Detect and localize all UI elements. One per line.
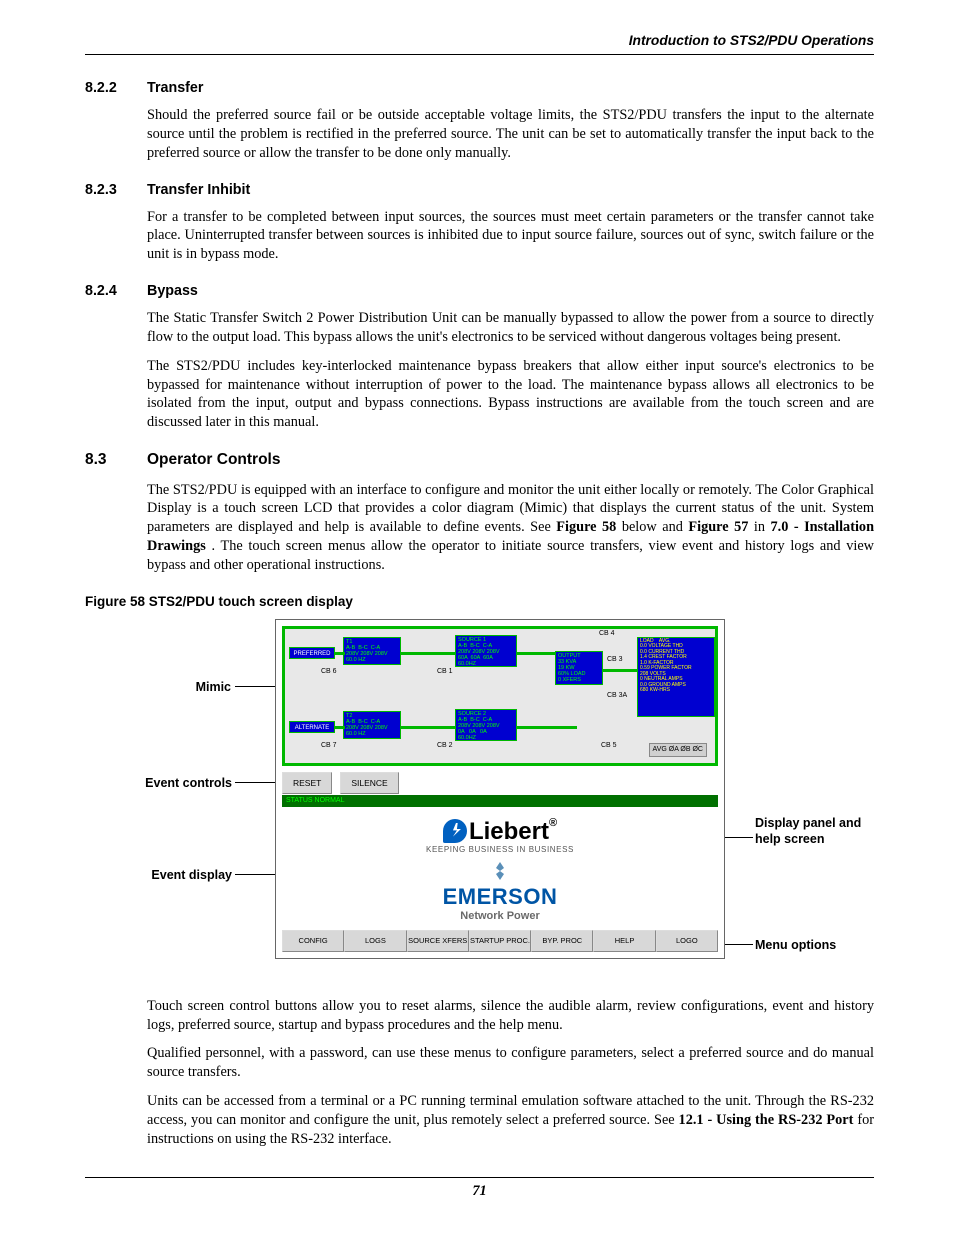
callout-display-panel: Display panel and help screen bbox=[755, 815, 875, 848]
cb3a-label: CB 3A bbox=[607, 691, 627, 700]
emerson-icon bbox=[491, 862, 509, 880]
cb7-label: CB 7 bbox=[321, 741, 337, 750]
cb5-label: CB 5 bbox=[601, 741, 617, 750]
bus-line bbox=[401, 652, 455, 655]
bus-line bbox=[335, 652, 345, 655]
callout-event-display: Event display bbox=[130, 867, 232, 884]
leader-line bbox=[235, 874, 279, 875]
paragraph: The STS2/PDU includes key-interlocked ma… bbox=[147, 357, 874, 432]
alternate-label: ALTERNATE bbox=[289, 721, 335, 733]
figure-caption: Figure 58 STS2/PDU touch screen display bbox=[85, 593, 874, 611]
menu-help[interactable]: HELP bbox=[593, 930, 655, 952]
xref-figure-57: Figure 57 bbox=[688, 519, 748, 535]
avg-phase-button[interactable]: AVG ØA ØB ØC bbox=[649, 743, 707, 756]
t1-box: T1 A-B B-C C-A 208V 208V 208V 60.0 HZ bbox=[343, 637, 401, 665]
cb3-label: CB 3 bbox=[607, 655, 623, 664]
callout-event-controls: Event controls bbox=[120, 775, 232, 792]
event-controls-row: RESET SILENCE bbox=[282, 772, 718, 794]
emerson-logo: EMERSON bbox=[282, 882, 718, 911]
paragraph: Touch screen control buttons allow you t… bbox=[147, 997, 874, 1035]
text: . The touch screen menus allow the opera… bbox=[147, 538, 874, 573]
leader-line bbox=[235, 686, 279, 687]
registered-mark: ® bbox=[549, 817, 557, 829]
cb4-label: CB 4 bbox=[599, 629, 615, 638]
heading-title: Transfer bbox=[147, 79, 203, 98]
menu-row: CONFIG LOGS SOURCE XFERS STARTUP PROC. B… bbox=[282, 930, 718, 952]
heading-title: Operator Controls bbox=[147, 450, 280, 470]
paragraph: Should the preferred source fail or be o… bbox=[147, 106, 874, 163]
load-box: LOAD AVG. 0.0 VOLTAGE THD 0.0 CURRENT TH… bbox=[637, 637, 715, 717]
liebert-logo: Liebert® bbox=[282, 816, 718, 848]
callout-mimic: Mimic bbox=[175, 679, 231, 696]
preferred-label: PREFERRED bbox=[289, 647, 335, 659]
cb1-label: CB 1 bbox=[437, 667, 453, 676]
source2-box: SOURCE 2 A-B B-C C-A 208V 208V 208V 0A 0… bbox=[455, 709, 517, 741]
silence-button[interactable]: SILENCE bbox=[340, 772, 398, 794]
heading-number: 8.2.4 bbox=[85, 282, 147, 301]
cb2-label: CB 2 bbox=[437, 741, 453, 750]
logo-panel: Liebert® KEEPING BUSINESS IN BUSINESS EM… bbox=[282, 810, 718, 928]
bus-line bbox=[517, 726, 577, 729]
bus-line bbox=[401, 726, 455, 729]
heading-title: Transfer Inhibit bbox=[147, 181, 250, 200]
heading-title: Bypass bbox=[147, 282, 198, 301]
xref-figure-58: Figure 58 bbox=[556, 519, 616, 535]
heading-number: 8.3 bbox=[85, 450, 147, 470]
menu-logo[interactable]: LOGO bbox=[656, 930, 718, 952]
menu-logs[interactable]: LOGS bbox=[344, 930, 406, 952]
heading-number: 8.2.2 bbox=[85, 79, 147, 98]
bus-line bbox=[517, 652, 555, 655]
section-8-3: 8.3 Operator Controls The STS2/PDU is eq… bbox=[85, 450, 874, 575]
figure-58: Mimic Event controls Event display Displ… bbox=[85, 619, 874, 979]
paragraph: The STS2/PDU is equipped with an interfa… bbox=[147, 481, 874, 575]
menu-byp-proc[interactable]: BYP. PROC bbox=[531, 930, 593, 952]
touch-screen-display[interactable]: PREFERRED T1 A-B B-C C-A 208V 208V 208V … bbox=[275, 619, 725, 959]
heading-number: 8.2.3 bbox=[85, 181, 147, 200]
output-box: OUTPUT 33 KVA 19 KW 60% LOAD 0 XFERS bbox=[555, 651, 603, 685]
callout-menu-options: Menu options bbox=[755, 937, 836, 954]
text: in bbox=[754, 519, 771, 535]
liebert-tagline: KEEPING BUSINESS IN BUSINESS bbox=[282, 845, 718, 856]
heading-8-2-4: 8.2.4 Bypass bbox=[85, 282, 874, 301]
running-head: Introduction to STS2/PDU Operations bbox=[85, 32, 874, 55]
source1-box: SOURCE 1 A-B B-C C-A 208V 208V 208V 60A … bbox=[455, 635, 517, 667]
cb6-label: CB 6 bbox=[321, 667, 337, 676]
paragraph: Qualified personnel, with a password, ca… bbox=[147, 1044, 874, 1082]
menu-config[interactable]: CONFIG bbox=[282, 930, 344, 952]
mimic-area[interactable]: PREFERRED T1 A-B B-C C-A 208V 208V 208V … bbox=[282, 626, 718, 766]
leader-line bbox=[235, 782, 279, 783]
xref-section-12-1: 12.1 - Using the RS-232 Port bbox=[679, 1112, 854, 1128]
reset-button[interactable]: RESET bbox=[282, 772, 332, 794]
bus-line bbox=[603, 669, 637, 672]
heading-8-2-3: 8.2.3 Transfer Inhibit bbox=[85, 181, 874, 200]
page-number: 71 bbox=[85, 1177, 874, 1201]
t2-box: T2 A-B B-C C-A 208V 208V 208V 60.0 HZ bbox=[343, 711, 401, 739]
paragraph: Units can be accessed from a terminal or… bbox=[147, 1092, 874, 1149]
paragraph: The Static Transfer Switch 2 Power Distr… bbox=[147, 309, 874, 347]
text: below and bbox=[622, 519, 689, 535]
emerson-subtitle: Network Power bbox=[282, 909, 718, 924]
leader-line bbox=[723, 944, 753, 945]
leader-line bbox=[723, 837, 753, 838]
paragraph: For a transfer to be completed between i… bbox=[147, 208, 874, 265]
liebert-text: Liebert bbox=[469, 818, 549, 845]
liebert-drop-icon bbox=[443, 819, 467, 843]
bus-line bbox=[335, 726, 345, 729]
menu-startup-proc[interactable]: STARTUP PROC. bbox=[469, 930, 531, 952]
heading-8-3: 8.3 Operator Controls bbox=[85, 450, 874, 470]
heading-8-2-2: 8.2.2 Transfer bbox=[85, 79, 874, 98]
menu-source-xfers[interactable]: SOURCE XFERS bbox=[407, 930, 469, 952]
section-8-2-2: 8.2.2 Transfer Should the preferred sour… bbox=[85, 79, 874, 162]
status-bar: STATUS NORMAL bbox=[282, 795, 718, 807]
section-8-2-3: 8.2.3 Transfer Inhibit For a transfer to… bbox=[85, 181, 874, 264]
section-8-2-4: 8.2.4 Bypass The Static Transfer Switch … bbox=[85, 282, 874, 432]
